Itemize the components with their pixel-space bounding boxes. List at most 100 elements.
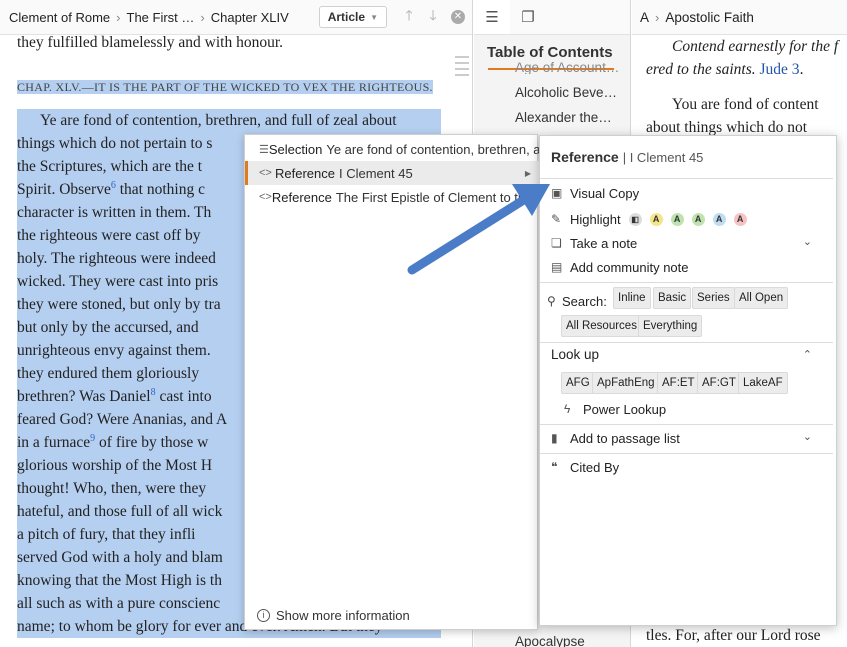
resource-title[interactable]: Apostolic Faith xyxy=(665,10,754,25)
article-dropdown-button[interactable]: Article ▼ xyxy=(318,6,387,28)
text-line: ered to the saints. Jude 3. xyxy=(646,61,804,78)
quote-icon: ❝ xyxy=(551,460,558,474)
toc-item[interactable]: Apocalypse xyxy=(515,634,625,647)
submenu-reference: | I Clement 45 xyxy=(622,150,704,165)
resource-prefix[interactable]: A xyxy=(640,10,649,25)
footnote-marker[interactable]: 9 xyxy=(90,433,95,444)
add-community-note-button[interactable]: ▤ Add community note xyxy=(551,256,689,278)
breadcrumb-book[interactable]: The First … xyxy=(127,10,195,25)
breadcrumb-author[interactable]: Clement of Rome xyxy=(9,10,110,25)
caret-down-icon: ▼ xyxy=(370,12,378,22)
menu-item-selection[interactable]: ☰ Selection Ye are fond of contention, b… xyxy=(245,137,539,161)
show-more-information-button[interactable]: i Show more information xyxy=(257,608,410,623)
divider xyxy=(540,342,833,343)
lookup-apfatheng-button[interactable]: ApFathEng xyxy=(592,372,660,394)
lookup-afg-button[interactable]: AFG xyxy=(561,372,595,394)
lookup-afgt-button[interactable]: AF:GT xyxy=(697,372,741,394)
visual-copy-button[interactable]: ▣ Visual Copy xyxy=(551,182,639,204)
highlight-blue-swatch[interactable]: A xyxy=(712,212,726,226)
breadcrumb-chapter[interactable]: Chapter XLIV xyxy=(211,10,289,25)
arrow-down-icon[interactable]: 🡓 xyxy=(421,5,445,29)
lookup-lakeaf-button[interactable]: LakeAF xyxy=(738,372,788,394)
toc-item[interactable]: Age of Accountability xyxy=(515,62,625,74)
highlight-style-icon[interactable]: ◧ xyxy=(628,212,642,226)
highlight-row[interactable]: ✎ Highlight ◧ A A A A A xyxy=(551,208,747,230)
search-all-resources-button[interactable]: All Resources xyxy=(561,315,642,337)
text-line: You are fond of content xyxy=(672,96,819,113)
power-lookup-button[interactable]: ϟ Power Lookup xyxy=(564,398,666,420)
passage-list-label: Add to passage list xyxy=(570,430,680,446)
chapter-heading-line: CHAP. XLV.—IT IS THE PART OF THE WICKED … xyxy=(17,75,441,99)
submenu-reference-text: I Clement 45 xyxy=(629,150,704,165)
highlight-green-swatch[interactable]: A xyxy=(670,212,684,226)
text-fragment: that nothing c xyxy=(119,181,205,198)
take-note-label: Take a note xyxy=(570,235,638,251)
toc-list-tab[interactable]: ☰ xyxy=(474,0,510,34)
text-fragment: of fire by those w xyxy=(99,434,209,451)
highlight-yellow-swatch[interactable]: A xyxy=(649,212,663,226)
breadcrumb-separator: › xyxy=(116,9,121,25)
power-lookup-label: Power Lookup xyxy=(583,401,667,417)
breadcrumb-separator: › xyxy=(200,9,205,25)
cited-by-label: Cited By xyxy=(570,459,620,475)
text-fragment: in a furnace xyxy=(17,434,91,451)
arrow-up-icon[interactable]: 🡑 xyxy=(397,5,421,29)
highlight-red-swatch[interactable]: A xyxy=(733,212,747,226)
submenu-title: Reference xyxy=(551,149,619,165)
code-icon: <> xyxy=(259,191,272,203)
cited-by-button[interactable]: ❝ Cited By xyxy=(551,456,619,478)
search-row-label: ⚲ Search: xyxy=(547,290,607,312)
text-fragment: cast into xyxy=(159,388,212,405)
submenu-header: Reference | I Clement 45 xyxy=(551,149,703,165)
divider xyxy=(540,424,833,425)
scrollbar-grip[interactable] xyxy=(455,56,469,82)
highlight-green2-swatch[interactable]: A xyxy=(691,212,705,226)
visual-copy-label: Visual Copy xyxy=(570,185,640,201)
search-series-button[interactable]: Series xyxy=(692,287,735,309)
arrow-shaft xyxy=(407,191,535,275)
add-to-passage-list-button[interactable]: ▮ Add to passage list xyxy=(551,427,680,449)
chevron-down-icon[interactable]: ⌄ xyxy=(803,430,812,443)
callout-arrow xyxy=(407,184,550,275)
article-label: Article xyxy=(327,10,366,24)
show-more-label: Show more information xyxy=(276,608,410,623)
info-icon: i xyxy=(257,609,270,622)
search-all-open-button[interactable]: All Open xyxy=(734,287,789,309)
close-circle-icon[interactable]: ✕ xyxy=(451,10,465,24)
panel-tabs: ☰ ❐ xyxy=(474,0,630,35)
text-line: they fulfilled blamelessly and with hono… xyxy=(17,34,284,51)
toc-item[interactable]: Alcoholic Beve… xyxy=(515,85,625,100)
look-up-header[interactable]: Look up xyxy=(551,347,599,362)
text-line: Ye are fond of contention, brethren, and… xyxy=(17,109,441,132)
search-everything-button[interactable]: Everything xyxy=(638,315,703,337)
text-line: tles. For, after our Lord rose xyxy=(646,627,821,644)
footnote-marker[interactable]: 8 xyxy=(151,387,156,398)
search-inline-button[interactable]: Inline xyxy=(613,287,651,309)
toc-item[interactable]: Alexander the… xyxy=(515,110,625,125)
text-line: Contend earnestly for the f xyxy=(672,38,839,55)
chevron-up-icon[interactable]: ⌃ xyxy=(803,348,812,361)
menu-item-kind: Reference xyxy=(271,189,332,205)
divider xyxy=(540,178,833,179)
toc-title: Table of Contents xyxy=(487,44,613,61)
code-icon: <> xyxy=(259,167,272,179)
search-icon: ⚲ xyxy=(547,294,556,308)
lines-icon: ☰ xyxy=(259,143,269,156)
reader-toolbar: Clement of Rome › The First … › Chapter … xyxy=(0,0,472,35)
reference-submenu: Reference | I Clement 45 ▣ Visual Copy ✎ … xyxy=(539,135,837,626)
highlight-label: Highlight xyxy=(570,211,621,227)
list-icon: ☰ xyxy=(485,9,499,26)
lightning-icon: ϟ xyxy=(564,402,571,416)
scripture-link[interactable]: Jude 3 xyxy=(760,61,800,78)
right-toolbar: A › Apostolic Faith xyxy=(632,0,847,35)
lookup-afet-button[interactable]: AF:ET xyxy=(657,372,700,394)
footnote-marker[interactable]: 6 xyxy=(111,180,116,191)
menu-item-value: Ye are fond of contention, brethren, and… xyxy=(326,141,539,157)
book-icon: ▮ xyxy=(551,431,558,445)
take-note-button[interactable]: ❏ Take a note xyxy=(551,232,831,254)
chevron-down-icon[interactable]: ⌄ xyxy=(803,235,812,248)
search-basic-button[interactable]: Basic xyxy=(653,287,692,309)
breadcrumb-separator: › xyxy=(655,9,660,25)
copies-tab[interactable]: ❐ xyxy=(510,0,546,34)
text-fragment: Spirit. Observe xyxy=(17,181,111,198)
